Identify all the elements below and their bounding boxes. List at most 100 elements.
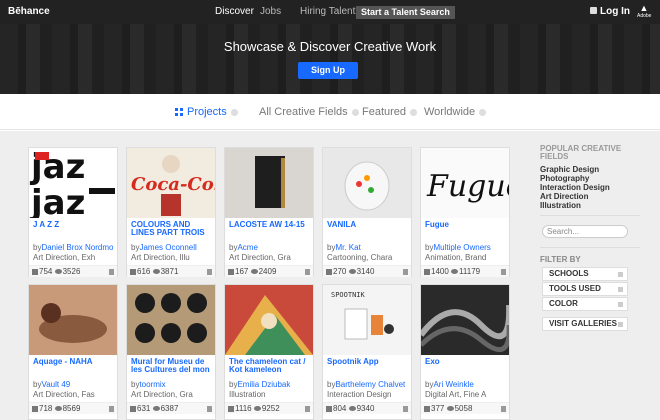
- project-card[interactable]: Mural for Museu de les Cultures del mon …: [126, 284, 216, 420]
- worldwide-dropdown[interactable]: Worldwide: [424, 106, 487, 118]
- owner-link[interactable]: James Oconnell: [139, 243, 196, 252]
- project-stats: 616 3871: [127, 265, 215, 277]
- project-fields: Art Direction, Gra: [131, 390, 193, 399]
- project-thumbnail[interactable]: jaz jaz: [29, 148, 117, 218]
- view-count: 3871: [160, 267, 179, 276]
- chevron-down-icon: [410, 108, 418, 116]
- project-thumbnail[interactable]: [323, 148, 411, 218]
- like-count: 1116: [235, 404, 252, 413]
- projects-label: Projects: [187, 106, 227, 118]
- eye-icon: [152, 269, 160, 275]
- project-title[interactable]: The chameleon cat / Kot kameleon: [229, 358, 313, 374]
- project-title[interactable]: J A Z Z: [33, 221, 117, 229]
- project-title[interactable]: Exo: [425, 358, 509, 366]
- project-thumbnail[interactable]: SPOOTNIK: [323, 285, 411, 355]
- flag-icon[interactable]: [501, 269, 506, 275]
- project-title[interactable]: LACOSTE AW 14-15: [229, 221, 313, 229]
- project-thumbnail[interactable]: Coca-Cola: [127, 148, 215, 218]
- project-thumbnail[interactable]: [29, 285, 117, 355]
- flag-icon[interactable]: [109, 269, 114, 275]
- popular-field-link[interactable]: Graphic Design: [540, 165, 610, 174]
- project-card[interactable]: LACOSTE AW 14-15 byAcme Art Direction, G…: [224, 147, 314, 277]
- project-owner: byVault 49: [33, 380, 117, 389]
- view-count: 6387: [160, 404, 179, 413]
- project-title[interactable]: Aquage - NAHA: [33, 358, 117, 366]
- sidebar: POPULAR CREATIVE FIELDS Graphic Design P…: [540, 131, 660, 420]
- creative-fields-dropdown[interactable]: All Creative Fields: [259, 106, 359, 118]
- filter-color-button[interactable]: COLOR: [542, 297, 628, 311]
- project-card[interactable]: The chameleon cat / Kot kameleon byEmili…: [224, 284, 314, 420]
- color-icon: [618, 302, 623, 307]
- project-card[interactable]: jaz jaz J A Z Z byDaniel Brox Nordmo Art…: [28, 147, 118, 277]
- eye-icon: [451, 269, 459, 275]
- project-stats: 377 5058: [421, 402, 509, 414]
- owner-link[interactable]: Mr. Kat: [335, 243, 360, 252]
- view-count: 8569: [62, 404, 81, 413]
- project-card[interactable]: Fugue Fugue byMultiple Owners Animation,…: [420, 147, 510, 277]
- owner-link[interactable]: Acme: [237, 243, 257, 252]
- filter-schools-button[interactable]: SCHOOLS: [542, 267, 628, 281]
- sign-up-button[interactable]: Sign Up: [298, 62, 358, 79]
- visit-galleries-label: VISIT GALLERIES: [549, 319, 618, 328]
- projects-dropdown[interactable]: Projects: [175, 106, 238, 118]
- flag-icon[interactable]: [305, 269, 310, 275]
- project-fields: Interaction Design: [327, 390, 392, 399]
- project-title[interactable]: COLOURS AND LINES PART TROIS: [131, 221, 215, 237]
- nav-discover[interactable]: Discover: [215, 6, 254, 17]
- project-thumbnail[interactable]: [225, 285, 313, 355]
- adobe-logo[interactable]: ▲ Adobe: [637, 4, 651, 20]
- flag-icon[interactable]: [207, 406, 212, 412]
- thumbs-up-icon: [326, 268, 332, 275]
- login-link[interactable]: Log In: [590, 6, 630, 17]
- svg-text:Fugue: Fugue: [426, 169, 509, 204]
- popular-field-link[interactable]: Interaction Design: [540, 183, 610, 192]
- popular-field-link[interactable]: Art Direction: [540, 192, 610, 201]
- owner-link[interactable]: Ari Weinkle: [433, 380, 473, 389]
- project-thumbnail[interactable]: [127, 285, 215, 355]
- popular-field-link[interactable]: Photography: [540, 174, 610, 183]
- flag-icon[interactable]: [403, 406, 408, 412]
- project-title[interactable]: Fugue: [425, 221, 509, 229]
- view-count: 3140: [356, 267, 375, 276]
- view-count: 3526: [62, 267, 81, 276]
- owner-link[interactable]: Multiple Owners: [433, 243, 490, 252]
- sidebar-search-input[interactable]: Search...: [542, 225, 628, 238]
- project-card[interactable]: VANILA byMr. Kat Cartooning, Chara 270 3…: [322, 147, 412, 277]
- project-stats: 631 6387: [127, 402, 215, 414]
- adobe-icon: ▲: [639, 3, 649, 13]
- flag-icon[interactable]: [501, 406, 506, 412]
- popular-field-link[interactable]: Illustration: [540, 201, 610, 210]
- project-card[interactable]: Coca-Cola COLOURS AND LINES PART TROIS b…: [126, 147, 216, 277]
- project-title[interactable]: VANILA: [327, 221, 411, 229]
- project-title[interactable]: Mural for Museu de les Cultures del mon: [131, 358, 215, 374]
- flag-icon[interactable]: [207, 269, 212, 275]
- owner-link[interactable]: toormix: [139, 380, 165, 389]
- owner-link[interactable]: Vault 49: [41, 380, 70, 389]
- project-thumbnail[interactable]: Fugue: [421, 148, 509, 218]
- login-label: Log In: [600, 6, 630, 17]
- filter-schools-label: SCHOOLS: [549, 269, 589, 278]
- project-title[interactable]: Spootnik App: [327, 358, 411, 366]
- owner-link[interactable]: Barthelemy Chalvet: [335, 380, 405, 389]
- project-thumbnail[interactable]: [421, 285, 509, 355]
- project-card[interactable]: SPOOTNIK Spootnik App byBarthelemy Chalv…: [322, 284, 412, 420]
- project-card[interactable]: Exo byAri Weinkle Digital Art, Fine A 37…: [420, 284, 510, 420]
- start-talent-search-button[interactable]: Start a Talent Search: [356, 6, 455, 19]
- flag-icon[interactable]: [109, 406, 114, 412]
- project-fields: Digital Art, Fine A: [425, 390, 487, 399]
- visit-galleries-button[interactable]: VISIT GALLERIES: [542, 317, 628, 331]
- chevron-right-icon: [618, 322, 623, 327]
- owner-link[interactable]: Daniel Brox Nordmo: [41, 243, 113, 252]
- nav-jobs[interactable]: Jobs: [260, 6, 281, 17]
- filter-tools-button[interactable]: TOOLS USED: [542, 282, 628, 296]
- flag-icon[interactable]: [403, 269, 408, 275]
- thumbs-up-icon: [32, 268, 38, 275]
- project-thumbnail[interactable]: [225, 148, 313, 218]
- project-card[interactable]: Aquage - NAHA byVault 49 Art Direction, …: [28, 284, 118, 420]
- featured-dropdown[interactable]: Featured: [362, 106, 418, 118]
- thumbs-up-icon: [424, 268, 430, 275]
- flag-icon[interactable]: [305, 406, 310, 412]
- behance-logo[interactable]: Bēhance: [8, 6, 50, 17]
- owner-link[interactable]: Emilia Dziubak: [237, 380, 290, 389]
- adobe-label: Adobe: [637, 13, 652, 19]
